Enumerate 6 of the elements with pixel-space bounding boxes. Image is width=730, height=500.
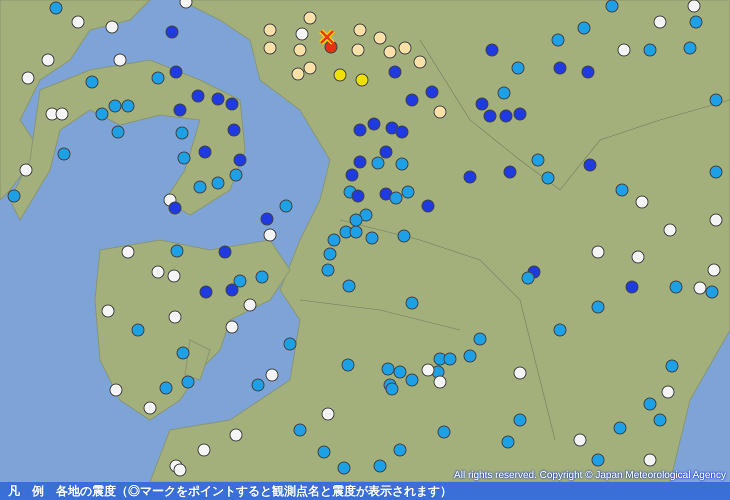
legend-title: 凡 例 — [8, 485, 44, 497]
legend-text: 各地の震度（◎マークをポイントすると観測点名と震度が表示されます） — [56, 485, 452, 497]
epicenter-icon — [318, 28, 336, 46]
station-marker[interactable] — [688, 0, 700, 12]
station-marker[interactable] — [606, 0, 618, 12]
station-marker[interactable] — [180, 0, 192, 8]
